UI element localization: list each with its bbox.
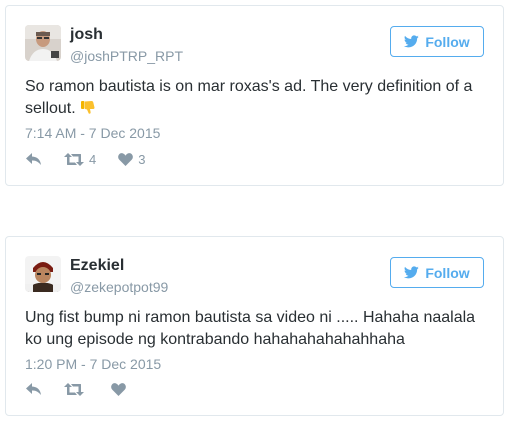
like-count: 3 [138,152,146,167]
tweet-actions [26,383,131,396]
heart-icon [118,153,134,166]
like-button[interactable] [111,383,131,396]
reply-button[interactable] [26,383,42,396]
tweet-card: josh @joshPTRP_RPT Follow So ramon bauti… [5,5,504,186]
follow-label: Follow [425,33,470,50]
tweet-text: Ung fist bump ni ramon bautista sa video… [25,309,476,348]
display-name[interactable]: Ezekiel [70,257,124,275]
avatar[interactable] [25,256,61,292]
display-name[interactable]: josh [70,26,103,44]
follow-button[interactable]: Follow [390,257,484,288]
tweet-card: Ezekiel @zekepotpot99 Follow Ung fist bu… [5,236,504,416]
retweet-count: 4 [89,152,97,167]
tweet-text: So ramon bautista is on mar roxas's ad. … [25,76,485,120]
reply-icon [26,383,41,395]
retweet-button[interactable] [64,383,89,396]
twitter-bird-icon [404,266,420,279]
tweet-timestamp[interactable]: 1:20 PM - 7 Dec 2015 [25,356,161,372]
follow-label: Follow [425,264,470,281]
retweet-button[interactable]: 4 [64,152,96,167]
retweet-icon [64,153,84,166]
heart-icon [111,383,126,396]
avatar[interactable] [25,25,61,61]
twitter-bird-icon [404,35,420,48]
thumbs-down-icon [80,99,96,115]
follow-button[interactable]: Follow [390,26,484,57]
retweet-icon [64,383,84,396]
tweet-timestamp[interactable]: 7:14 AM - 7 Dec 2015 [25,125,160,141]
reply-icon [26,153,41,165]
like-button[interactable]: 3 [118,152,145,167]
reply-button[interactable] [26,153,42,166]
user-handle[interactable]: @joshPTRP_RPT [70,48,183,64]
tweet-actions: 4 3 [26,152,145,167]
user-handle[interactable]: @zekepotpot99 [70,279,168,295]
